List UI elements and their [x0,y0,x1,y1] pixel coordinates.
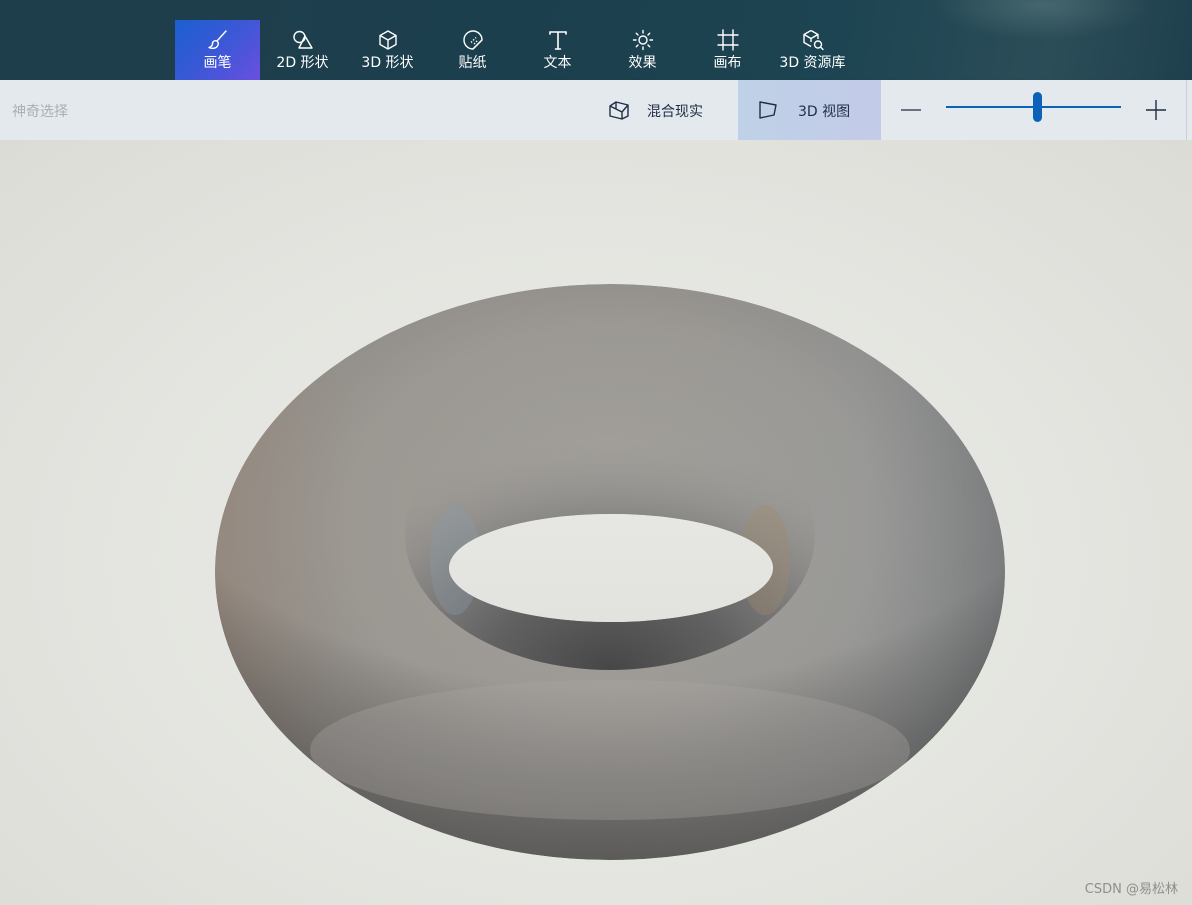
torus-hole [449,514,773,622]
tool-text[interactable]: 文本 [515,20,600,80]
tool-brush[interactable]: 画笔 [175,20,260,80]
zoom-slider-thumb[interactable] [1032,92,1042,122]
sticker-icon [461,28,485,52]
tool-label: 画笔 [203,55,232,71]
3d-view-button[interactable]: 3D 视图 [738,80,881,140]
tool-effects[interactable]: 效果 [600,20,685,80]
3d-library-icon [801,28,825,52]
tool-label: 画布 [713,55,742,71]
tool-canvas[interactable]: 画布 [685,20,770,80]
tool-label: 效果 [628,55,657,71]
mixed-reality-label: 混合现实 [647,104,703,120]
tool-2d-shapes[interactable]: 2D 形状 [260,20,345,80]
mixed-reality-button[interactable]: 混合现实 [600,80,730,140]
tool-label: 贴纸 [458,55,487,71]
mixed-reality-icon [608,99,630,121]
torus-model[interactable] [0,140,1192,905]
tool-label: 3D 形状 [361,55,414,71]
secondary-toolbar: 神奇选择 混合现实 3D 视图 [0,80,1192,140]
top-ribbon: 画笔 2D 形状 3D 形状 贴纸 文本 效果 画布 3D 资源库 [0,0,1192,80]
3d-shapes-icon [376,28,400,52]
toolbar-divider [1186,80,1187,140]
watermark-text: CSDN @易松林 [1084,882,1178,897]
3d-view-icon [757,99,779,121]
tool-label: 2D 形状 [276,55,329,71]
tool-3d-shapes[interactable]: 3D 形状 [345,20,430,80]
2d-shapes-icon [291,28,315,52]
canvas-icon [716,28,740,52]
tool-label: 3D 资源库 [779,55,846,71]
effects-icon [631,28,655,52]
tool-3d-library[interactable]: 3D 资源库 [770,20,855,80]
3d-canvas[interactable]: CSDN @易松林 [0,140,1192,905]
text-icon [546,28,570,52]
tool-sticker[interactable]: 贴纸 [430,20,515,80]
zoom-in-icon[interactable] [1144,98,1168,122]
3d-view-label: 3D 视图 [798,104,851,120]
zoom-out-icon[interactable] [899,98,923,122]
magic-select-button[interactable]: 神奇选择 [12,101,68,121]
brush-icon [206,28,230,52]
tool-label: 文本 [543,55,572,71]
